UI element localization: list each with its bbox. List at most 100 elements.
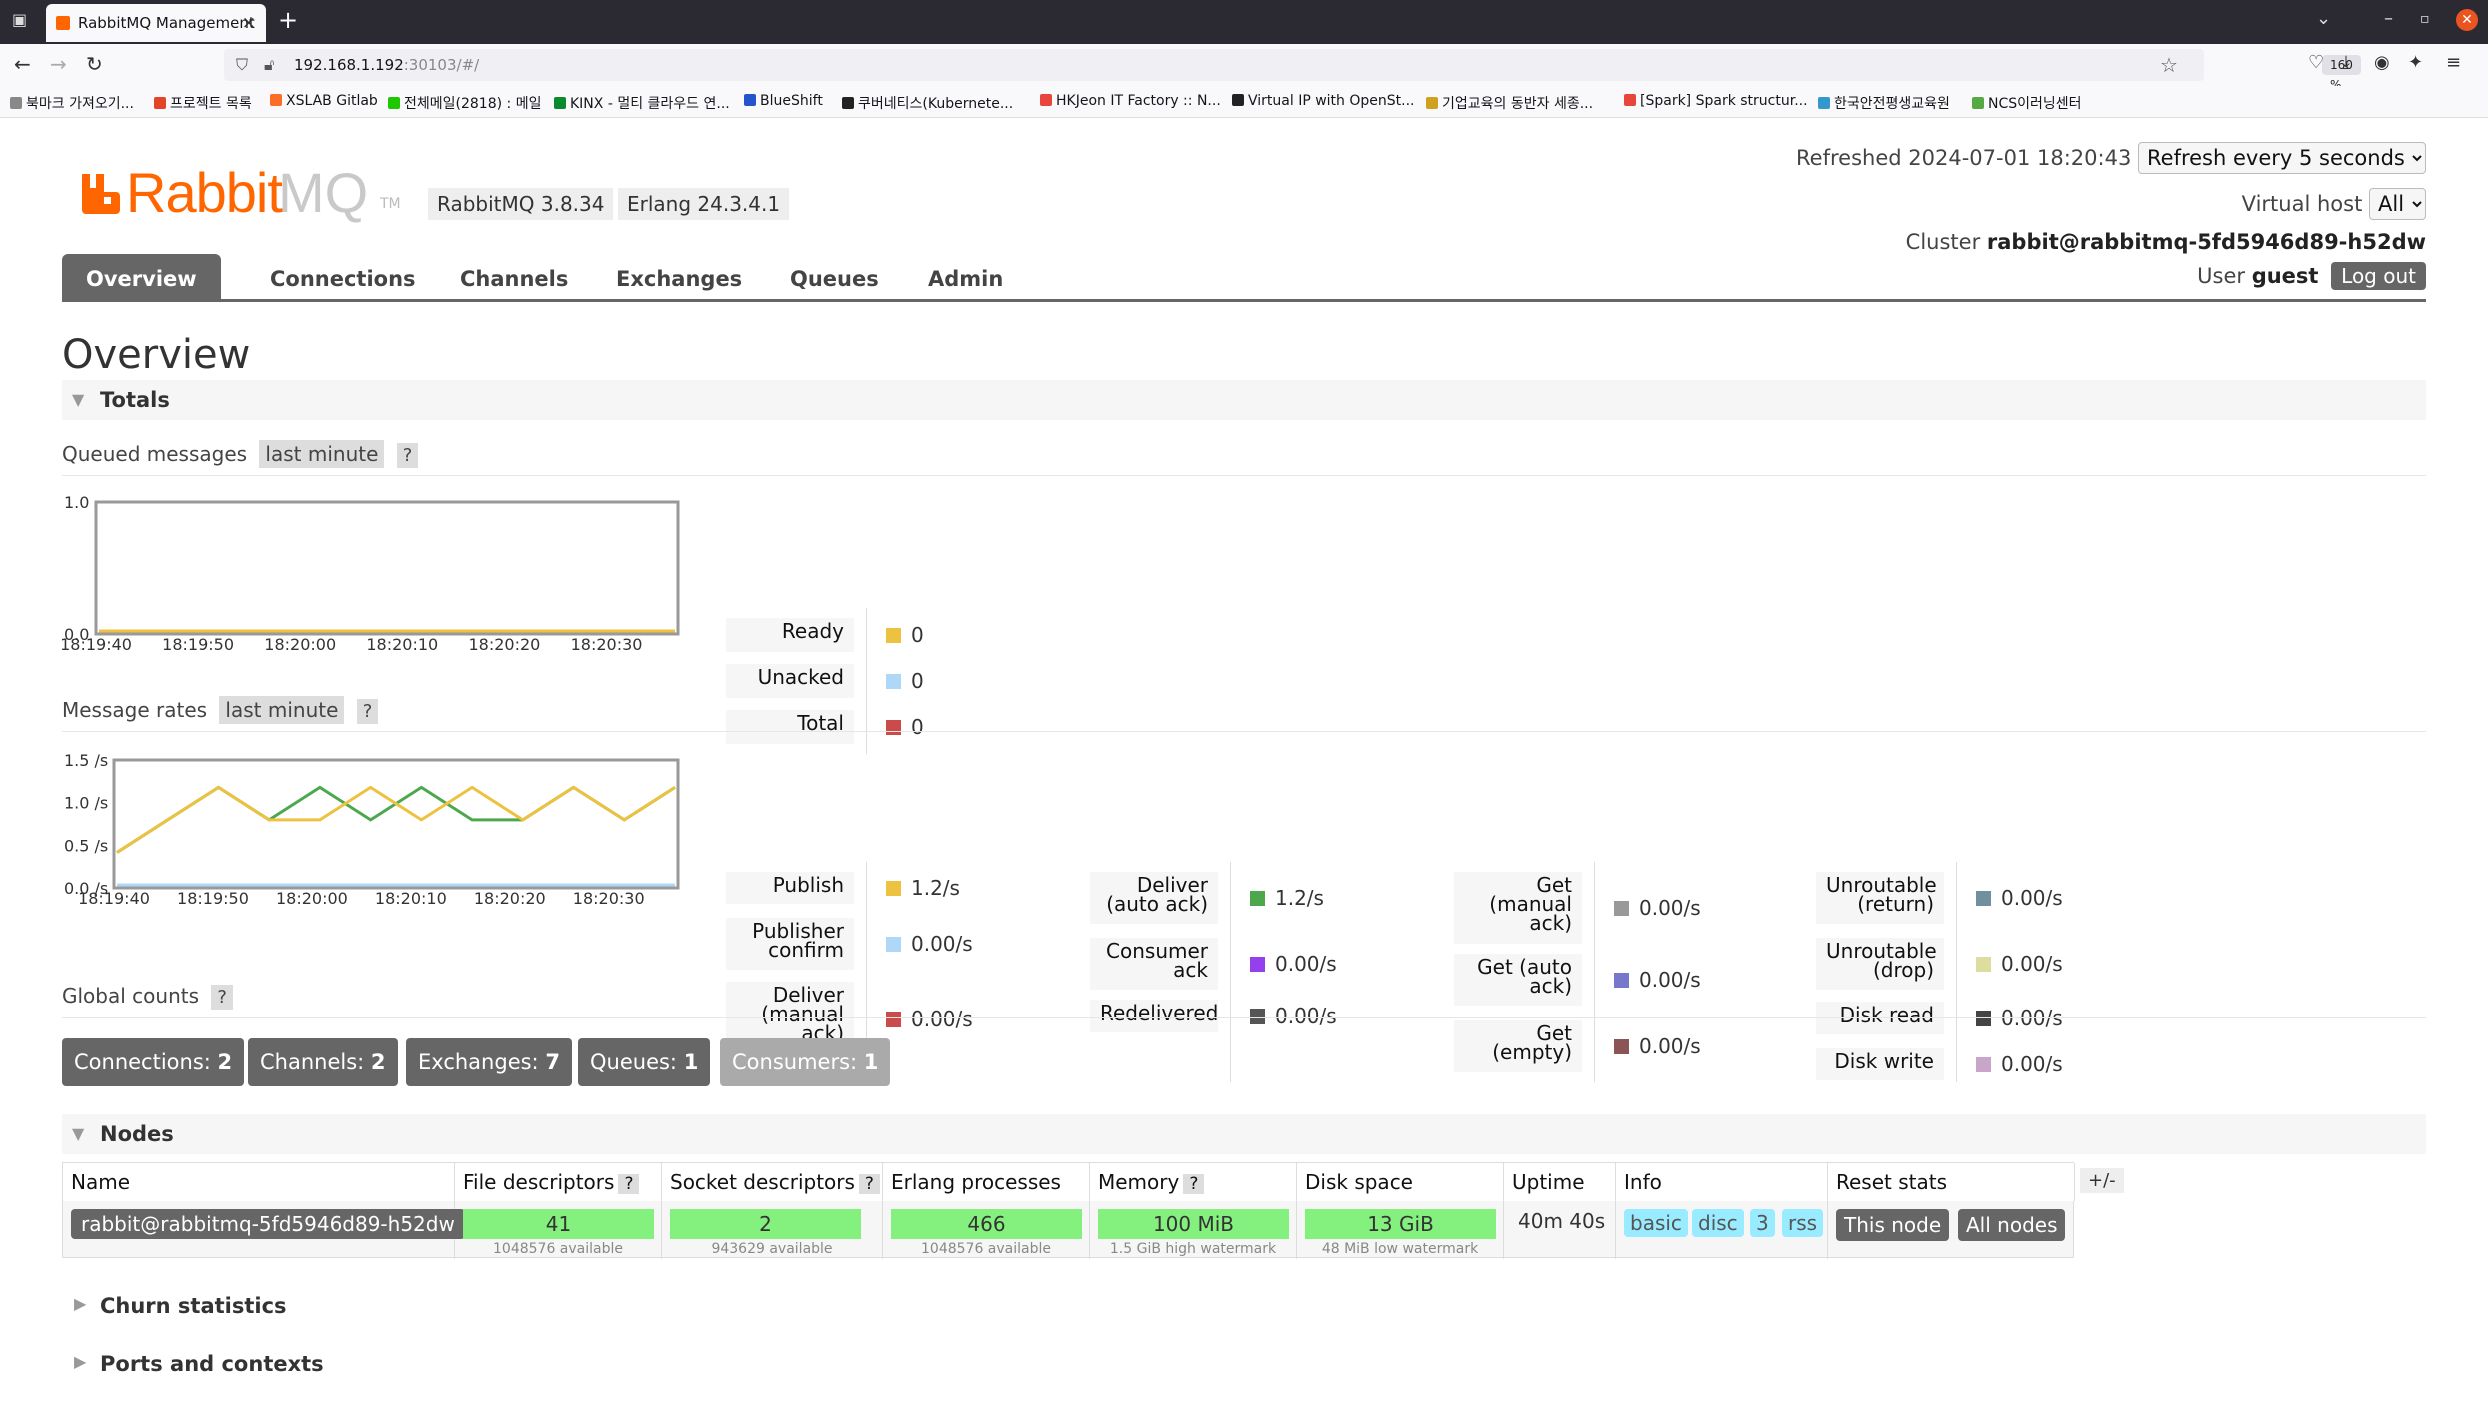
tab-overview[interactable]: Overview xyxy=(62,254,221,302)
info-tag-disc[interactable]: disc xyxy=(1692,1209,1744,1237)
bookmark-item[interactable]: 북마크 가져오기... xyxy=(10,93,134,113)
tab-exchanges[interactable]: Exchanges xyxy=(616,254,742,302)
bookmark-label: 한국안전평생교육원 xyxy=(1834,96,1950,112)
count-label: Consumers: xyxy=(732,1050,858,1074)
reset-this-node-button[interactable]: This node xyxy=(1836,1209,1950,1241)
reset-all-nodes-button[interactable]: All nodes xyxy=(1958,1209,2066,1241)
ports-contexts-title: Ports and contexts xyxy=(100,1352,324,1376)
ports-contexts-section-header[interactable]: ▶ Ports and contexts xyxy=(62,1352,324,1376)
x-tick-label: 18:20:30 xyxy=(573,889,645,908)
tab-overflow-chevron-icon[interactable]: ⌄ xyxy=(2316,8,2331,29)
info-tag-3[interactable]: 3 xyxy=(1750,1209,1775,1237)
tab-admin[interactable]: Admin xyxy=(928,254,1003,302)
column-header: File descriptors? xyxy=(455,1163,662,1201)
rates-range-selector[interactable]: last minute xyxy=(219,696,345,724)
count-label: Channels: xyxy=(260,1050,365,1074)
queued-range-selector[interactable]: last minute xyxy=(259,440,385,468)
account-icon[interactable]: ◉ xyxy=(2374,52,2390,73)
legend-divider xyxy=(1594,862,1595,1082)
close-tab-icon[interactable]: × xyxy=(242,4,256,42)
node-name-link[interactable]: rabbit@rabbitmq-5fd5946d89-h52dw xyxy=(71,1209,465,1239)
refreshed-time: 2024-07-01 18:20:43 xyxy=(1908,146,2132,170)
queued-help-button[interactable]: ? xyxy=(396,443,419,468)
global-count-queues-button[interactable]: Queues: 1 xyxy=(578,1038,711,1086)
bookmark-item[interactable]: 기업교육의 동반자 세종... xyxy=(1426,93,1593,113)
minimize-window-icon[interactable]: – xyxy=(2384,8,2393,29)
forward-icon[interactable]: → xyxy=(50,52,67,76)
count-label: Exchanges: xyxy=(418,1050,539,1074)
app-menu-icon[interactable]: ≡ xyxy=(2446,52,2461,73)
new-tab-icon[interactable]: + xyxy=(278,6,298,34)
uptime-value: 40m 40s xyxy=(1518,1209,1606,1233)
bookmark-item[interactable]: HKJeon IT Factory :: N... xyxy=(1040,93,1221,109)
back-icon[interactable]: ← xyxy=(14,52,31,76)
nodes-title: Nodes xyxy=(100,1122,174,1146)
bookmark-item[interactable]: NCS이러닝센터 xyxy=(1972,93,2082,113)
socket-descriptors-gauge: 2 xyxy=(670,1209,861,1239)
column-header-label: Info xyxy=(1624,1170,1662,1194)
erlang-processes-gauge: 466 xyxy=(891,1209,1082,1239)
tab-list-icon[interactable]: ▣ xyxy=(12,10,27,29)
tab-queues[interactable]: Queues xyxy=(790,254,879,302)
global-counts-help-button[interactable]: ? xyxy=(211,985,233,1010)
legend-label: Unacked xyxy=(726,664,854,698)
extensions-icon[interactable]: ✦ xyxy=(2408,52,2423,73)
global-count-consumers-button[interactable]: Consumers: 1 xyxy=(720,1038,891,1086)
count-label: Connections: xyxy=(74,1050,211,1074)
uptime-cell: 40m 40s xyxy=(1504,1201,1616,1259)
rates-help-button[interactable]: ? xyxy=(356,699,379,724)
bookmark-item[interactable]: XSLAB Gitlab xyxy=(270,93,378,109)
main-menu: Overview Connections Channels Exchanges Queu… xyxy=(62,254,2426,302)
bookmark-item[interactable]: Virtual IP with OpenSt... xyxy=(1232,93,1415,109)
downloads-icon[interactable]: ⤓ xyxy=(2342,52,2350,73)
global-count-connections-button[interactable]: Connections: 2 xyxy=(62,1038,245,1086)
close-window-icon[interactable]: ✕ xyxy=(2456,9,2478,31)
reload-icon[interactable]: ↻ xyxy=(86,52,103,76)
global-count-channels-button[interactable]: Channels: 2 xyxy=(248,1038,398,1086)
nodes-section-header[interactable]: ▼ Nodes xyxy=(62,1114,2426,1154)
legend-swatch xyxy=(886,628,901,643)
bookmark-favicon-icon xyxy=(1818,97,1830,109)
info-tag-basic[interactable]: basic xyxy=(1624,1209,1688,1237)
logo-trademark: TM xyxy=(380,196,401,212)
bookmark-item[interactable]: BlueShift xyxy=(744,93,823,109)
global-count-exchanges-button[interactable]: Exchanges: 7 xyxy=(406,1038,572,1086)
bookmark-item[interactable]: [Spark] Spark structur... xyxy=(1624,93,1808,109)
insecure-lock-icon[interactable]: 🔓︎ xyxy=(264,49,274,81)
bookmark-item[interactable]: KINX - 멀티 클라우드 연... xyxy=(554,93,730,113)
refresh-interval-select[interactable]: Refresh every 5 seconds xyxy=(2138,142,2426,174)
vhost-select[interactable]: All xyxy=(2369,188,2426,220)
bookmark-star-icon[interactable]: ☆ xyxy=(2160,49,2178,81)
churn-statistics-section-header[interactable]: ▶ Churn statistics xyxy=(62,1294,287,1318)
erlang-processes-available: 1048576 available xyxy=(921,1241,1051,1257)
x-tick-label: 18:20:00 xyxy=(276,889,348,908)
columns-toggle-button[interactable]: +/- xyxy=(2080,1168,2124,1193)
column-header-label: Reset stats xyxy=(1836,1170,1948,1194)
maximize-window-icon[interactable]: ▫ xyxy=(2420,11,2430,27)
totals-section-header[interactable]: ▼ Totals xyxy=(62,380,2426,420)
browser-tab[interactable]: RabbitMQ Management × xyxy=(46,4,266,42)
tab-connections[interactable]: Connections xyxy=(270,254,416,302)
url-port-path: :30103/#/ xyxy=(403,56,480,74)
bookmark-item[interactable]: 쿠버네티스(Kubernete... xyxy=(842,93,1013,113)
memory-cell: 100 MiB 1.5 GiB high watermark xyxy=(1090,1201,1297,1259)
address-bar[interactable]: ⛉ 🔓︎ 192.168.1.192:30103/#/ 160 % ☆ xyxy=(224,49,2361,92)
bookmark-item[interactable]: 전체메일(2818) : 메일 xyxy=(388,93,541,113)
column-help-button[interactable]: ? xyxy=(858,1174,880,1194)
erlang-version: Erlang 24.3.4.1 xyxy=(618,188,790,220)
tab-channels[interactable]: Channels xyxy=(460,254,568,302)
info-tag-rss[interactable]: rss xyxy=(1782,1209,1824,1237)
shield-icon[interactable]: ⛉ xyxy=(236,49,248,81)
legend-value: 0.00/s xyxy=(1614,1034,1701,1058)
pocket-icon[interactable]: ♡ xyxy=(2308,52,2324,73)
rabbitmq-logo-icon xyxy=(82,174,120,214)
column-help-button[interactable]: ? xyxy=(618,1174,640,1194)
legend-label: Publish xyxy=(726,872,854,904)
legend-value-text: 0.00/s xyxy=(1639,896,1701,920)
legend-value: 0 xyxy=(886,669,924,693)
bookmark-item[interactable]: 한국안전평생교육원 xyxy=(1818,93,1950,113)
legend-value: 0.00/s xyxy=(1614,896,1701,920)
legend-label: Unroutable (return) xyxy=(1816,872,1944,924)
bookmark-item[interactable]: 프로젝트 목록 xyxy=(154,93,252,113)
column-help-button[interactable]: ? xyxy=(1183,1174,1205,1194)
